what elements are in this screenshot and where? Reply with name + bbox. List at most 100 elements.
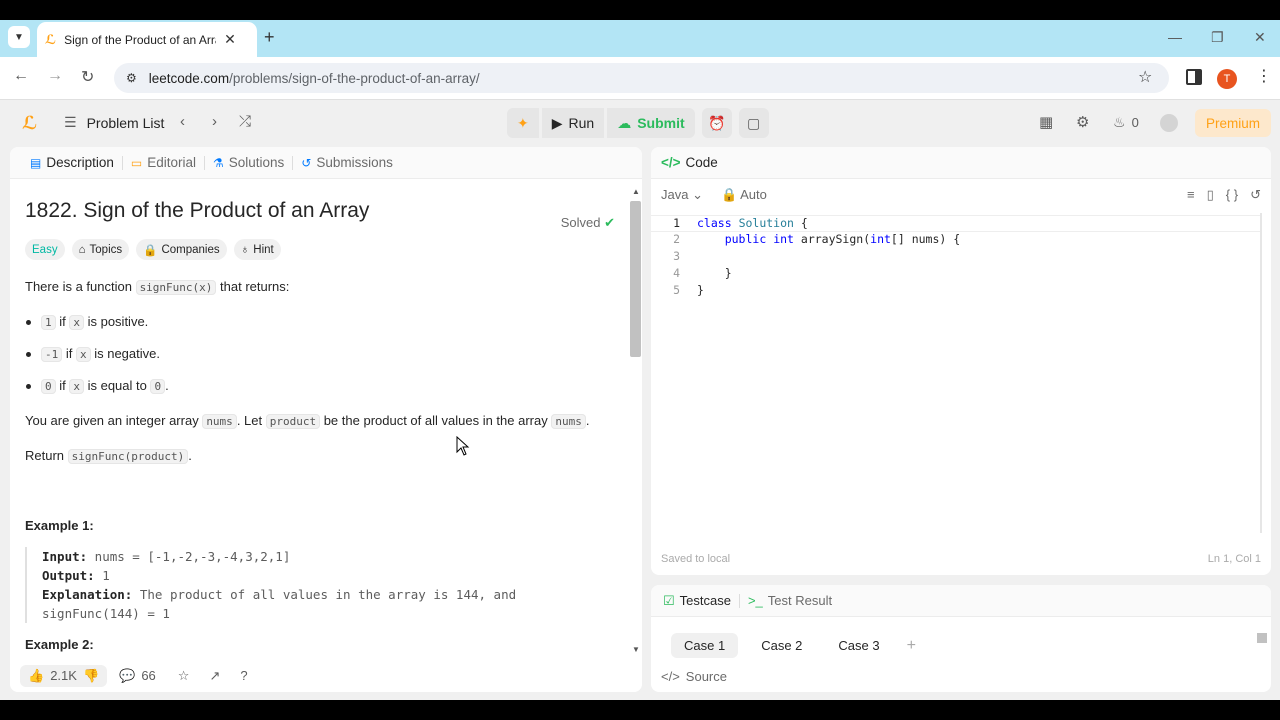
auto-mode[interactable]: 🔒 Auto: [721, 187, 767, 203]
streak-counter[interactable]: ♨ 0: [1113, 114, 1139, 131]
restore-icon[interactable]: ❐: [1211, 29, 1224, 46]
check-circle-icon: ✔: [604, 215, 615, 230]
case-2-tab[interactable]: Case 2: [748, 633, 815, 658]
code-line: 4 }: [673, 266, 732, 280]
bookmark-icon[interactable]: ▯: [1207, 187, 1214, 203]
minimize-icon[interactable]: —: [1168, 29, 1182, 45]
companies-tag[interactable]: 🔒 Companies: [136, 239, 227, 260]
case-1-tab[interactable]: Case 1: [671, 633, 739, 658]
window-close-icon[interactable]: ✕: [1254, 29, 1266, 46]
code-icon: </>: [661, 669, 680, 684]
description-tabs: ▤ Description ▭ Editorial ⚗ Solutions ↺ Subm…: [10, 147, 642, 179]
scroll-down-icon[interactable]: ▼: [632, 645, 640, 654]
scroll-thumb[interactable]: [630, 201, 641, 357]
tab-editorial[interactable]: ▭ Editorial: [123, 155, 204, 170]
tab-testcase[interactable]: ☑ Testcase: [663, 593, 731, 609]
next-problem-icon[interactable]: ›: [212, 113, 217, 130]
alarm-icon: ⏰: [707, 114, 726, 131]
fire-icon: ♨: [1113, 114, 1126, 130]
code-panel: </> Code Java ⌄ 🔒 Auto ≡ ▯ { } ↺ 1 class …: [651, 147, 1271, 575]
site-info-icon[interactable]: ⚙: [126, 71, 137, 85]
code-line: 2 public int arraySign(int[] nums) {: [673, 232, 961, 246]
user-avatar[interactable]: [1160, 114, 1178, 132]
new-tab-button[interactable]: +: [264, 27, 275, 48]
add-case-icon[interactable]: +: [903, 637, 916, 655]
example2-title: Example 2:: [25, 637, 94, 652]
comments-button[interactable]: 💬 66: [119, 668, 156, 684]
browser-menu-icon[interactable]: ⋮: [1256, 66, 1272, 86]
back-arrow-icon[interactable]: ←: [13, 67, 29, 85]
solved-status: Solved ✔: [560, 215, 615, 230]
favorite-star-icon[interactable]: ☆: [178, 668, 190, 684]
tab-solutions[interactable]: ⚗ Solutions: [205, 155, 292, 170]
prev-problem-icon[interactable]: ‹: [180, 113, 185, 130]
mouse-cursor-icon: [456, 436, 470, 456]
help-icon[interactable]: ?: [240, 668, 247, 683]
browser-tab-active[interactable]: ℒ Sign of the Product of an Array ✕: [37, 22, 257, 57]
address-bar[interactable]: ⚙ leetcode.com/problems/sign-of-the-prod…: [114, 63, 1169, 93]
timer-button[interactable]: ⏰: [701, 108, 732, 138]
tab-submissions[interactable]: ↺ Submissions: [293, 155, 401, 170]
code-line: 5}: [673, 283, 704, 297]
browser-toolbar: ← → ↻ ⚙ leetcode.com/problems/sign-of-th…: [0, 57, 1280, 100]
tab-description[interactable]: ▤ Description: [22, 155, 122, 170]
flask-icon: ⚗: [213, 155, 224, 170]
lock-icon: 🔒: [143, 244, 158, 257]
tab-close-icon[interactable]: ✕: [224, 31, 236, 48]
example1-block: Input: nums = [-1,-2,-3,-4,3,2,1] Output…: [25, 547, 615, 623]
list-item: -1 if x is negative.: [25, 345, 615, 364]
list-icon: ☰: [64, 114, 77, 130]
bookmark-star-icon[interactable]: ☆: [1138, 67, 1152, 87]
testcase-header: ☑ Testcase >_ Test Result: [651, 585, 1271, 617]
editor-options: Java ⌄ 🔒 Auto: [661, 187, 767, 203]
tab-search-button[interactable]: ▼: [8, 26, 30, 48]
tab-test-result[interactable]: >_ Test Result: [748, 593, 832, 608]
cursor-position: Ln 1, Col 1: [1207, 553, 1261, 565]
shuffle-icon[interactable]: ⤮: [239, 113, 251, 130]
checkbox-icon: ☑: [663, 592, 675, 608]
profile-avatar[interactable]: T: [1217, 69, 1237, 89]
submit-button[interactable]: ☁ Submit: [607, 108, 695, 138]
language-select[interactable]: Java ⌄: [661, 187, 703, 203]
source-button[interactable]: </> Source: [661, 669, 727, 684]
editor-scrollbar[interactable]: [1260, 213, 1262, 533]
reload-icon[interactable]: ↻: [81, 67, 94, 87]
run-button[interactable]: ▶ Run: [541, 108, 605, 138]
note-icon: ▢: [747, 114, 761, 131]
lightbulb-icon: ♁: [240, 243, 250, 256]
share-icon[interactable]: ↗: [209, 668, 220, 684]
reset-icon[interactable]: ↺: [1250, 187, 1261, 203]
lock-icon: 🔒: [721, 187, 738, 202]
thumbs-up-icon[interactable]: 👍: [28, 668, 44, 684]
debug-button[interactable]: ✦: [507, 108, 539, 138]
scroll-thumb[interactable]: [1257, 633, 1267, 643]
forward-arrow-icon[interactable]: →: [47, 67, 63, 85]
format-icon[interactable]: ≡: [1187, 187, 1195, 203]
notes-button[interactable]: ▢: [738, 108, 769, 138]
case-3-tab[interactable]: Case 3: [825, 633, 892, 658]
description-scrollbar[interactable]: ▲ ▼: [629, 187, 641, 655]
premium-button[interactable]: Premium: [1195, 109, 1271, 137]
thumbs-down-icon[interactable]: 👎: [83, 668, 99, 684]
settings-gear-icon[interactable]: ⚙: [1076, 113, 1089, 131]
code-editor[interactable]: 1 class Solution { 2 public int arraySign…: [651, 215, 1261, 300]
scroll-up-icon[interactable]: ▲: [632, 187, 640, 196]
tab-divider: [738, 593, 740, 608]
editor-tools: ≡ ▯ { } ↺: [1187, 187, 1261, 203]
comment-icon: 💬: [119, 667, 136, 683]
browser-tabstrip: ▼ ℒ Sign of the Product of an Array ✕ + …: [0, 20, 1280, 57]
intro-paragraph: There is a function signFunc(x) that ret…: [25, 279, 290, 295]
topics-tag[interactable]: ⌂ Topics: [71, 239, 130, 260]
testcase-scrollbar[interactable]: [1257, 623, 1267, 655]
problem-list-button[interactable]: ☰ Problem List: [64, 114, 164, 131]
description-panel: ▤ Description ▭ Editorial ⚗ Solutions ↺ Subm…: [10, 147, 642, 692]
side-panel-icon[interactable]: [1186, 69, 1202, 85]
list-item: 0 if x is equal to 0.: [25, 377, 615, 396]
layout-icon[interactable]: ▦: [1039, 113, 1053, 131]
braces-icon[interactable]: { }: [1226, 187, 1238, 203]
book-icon: ▭: [130, 155, 143, 170]
code-line: 3: [673, 249, 680, 263]
leetcode-logo-icon[interactable]: ℒ: [22, 113, 37, 134]
problem-title[interactable]: 1822. Sign of the Product of an Array: [25, 199, 615, 223]
hint-tag[interactable]: ♁ Hint: [233, 239, 281, 260]
